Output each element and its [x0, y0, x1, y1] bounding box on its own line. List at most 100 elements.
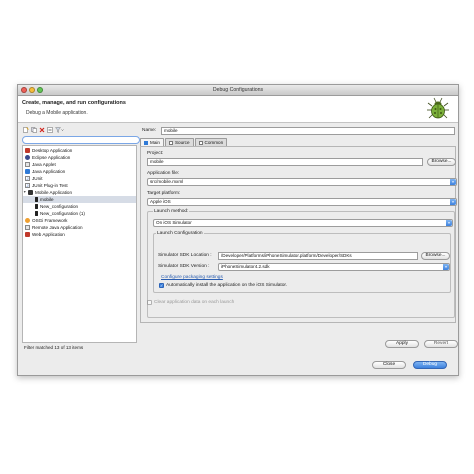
- list-toolbar: [23, 126, 64, 134]
- combo-arrow-icon: ▾: [450, 179, 456, 185]
- tree-item-label: New_configuration: [40, 204, 79, 209]
- configuration-list-panel: Desktop Application Eclipse Application …: [21, 126, 140, 352]
- target-platform-label: Target platform:: [147, 191, 181, 196]
- tab-source-label: Source: [174, 140, 190, 145]
- mobile-config-icon: [35, 204, 38, 209]
- tree-item-label: Java Application: [32, 169, 66, 174]
- tree-item-new-configuration[interactable]: New_configuration: [35, 203, 78, 210]
- tree-item-mobile-application[interactable]: ▼ Mobile Application: [23, 189, 72, 196]
- project-field[interactable]: mobile: [147, 158, 423, 166]
- common-tab-icon: [198, 140, 203, 145]
- delete-icon: [39, 127, 45, 133]
- clear-data-checkbox[interactable]: [147, 300, 152, 305]
- close-button[interactable]: Close: [372, 361, 406, 369]
- tree-item-new-configuration-1[interactable]: New_configuration (1): [35, 210, 85, 217]
- configuration-tree: Desktop Application Eclipse Application …: [22, 145, 137, 343]
- filter-status: Filter matched 13 of 13 items: [24, 345, 84, 350]
- tree-item-label: Java Applet: [32, 162, 56, 167]
- sdk-browse-button[interactable]: Browse...: [421, 252, 450, 260]
- name-field[interactable]: mobile: [161, 127, 455, 135]
- title-bar[interactable]: Debug Configurations: [18, 85, 458, 96]
- application-file-combo[interactable]: src/mobile.mxml ▾: [147, 178, 457, 186]
- sdk-location-field[interactable]: /Developer/Platforms/iPhoneSimulator.pla…: [218, 252, 418, 260]
- combo-arrow-icon: ▾: [443, 264, 449, 270]
- tree-item-label: Web Application: [32, 232, 65, 237]
- configuration-editor: Name: mobile Main Source Common Project:…: [139, 126, 458, 352]
- target-platform-combo[interactable]: Apple iOS ▾: [147, 198, 457, 206]
- target-platform-value: Apple iOS: [150, 199, 171, 204]
- apply-button[interactable]: Apply: [385, 340, 419, 348]
- tree-item-label: JUnit: [32, 176, 43, 181]
- web-app-icon: [25, 232, 30, 237]
- mobile-config-icon: [35, 197, 38, 202]
- tab-common-label: Common: [204, 140, 224, 145]
- launch-method-label: Launch method:: [153, 209, 190, 214]
- main-tab-panel: Project: mobile Browse... Application fi…: [140, 146, 457, 323]
- java-applet-icon: [25, 162, 30, 167]
- main-tab-icon: [144, 140, 148, 145]
- dialog-header: Create, manage, and run configurations D…: [18, 96, 458, 123]
- expanded-triangle-icon[interactable]: ▼: [23, 189, 26, 196]
- filter-input[interactable]: [22, 136, 140, 144]
- debug-configurations-dialog: Debug Configurations Create, manage, and…: [17, 84, 459, 376]
- tab-main-label: Main: [150, 140, 160, 145]
- filter-button[interactable]: [55, 127, 64, 133]
- tree-item-junit-plugin-test[interactable]: J JUnit Plug-in Test: [25, 182, 68, 189]
- tree-item-label: Mobile Application: [35, 190, 73, 195]
- launch-method-combo[interactable]: On iOS Simulator ▾: [153, 219, 453, 227]
- tab-main[interactable]: Main: [140, 138, 164, 146]
- tree-item-label: Desktop Application: [32, 148, 73, 153]
- header-subtitle: Debug a Mobile application.: [26, 110, 88, 116]
- mobile-app-icon: [28, 190, 33, 195]
- new-configuration-icon: [23, 127, 29, 133]
- new-configuration-button[interactable]: [23, 127, 29, 133]
- debug-button[interactable]: Debug: [413, 361, 447, 369]
- application-file-value: src/mobile.mxml: [150, 179, 184, 184]
- source-tab-icon: [168, 140, 173, 145]
- tree-item-osgi-framework[interactable]: OSGi Framework: [25, 217, 67, 224]
- config-tabs: Main Source Common: [140, 138, 228, 146]
- tree-item-java-applet[interactable]: Java Applet: [25, 161, 56, 168]
- junit-icon: J: [25, 176, 30, 181]
- project-browse-button[interactable]: Browse...: [427, 158, 456, 166]
- mobile-config-icon: [35, 211, 38, 216]
- clear-data-label: Clear application data on each launch: [154, 300, 235, 305]
- configure-packaging-link[interactable]: Configure packaging settings: [161, 275, 223, 280]
- remote-java-icon: [25, 225, 30, 230]
- eclipse-app-icon: [25, 155, 30, 160]
- tree-item-web-application[interactable]: Web Application: [25, 231, 65, 238]
- sdk-version-label: Simulator SDK Version :: [158, 264, 210, 269]
- launch-method-value: On iOS Simulator: [156, 220, 192, 225]
- tab-common[interactable]: Common: [194, 138, 228, 146]
- tree-item-mobile[interactable]: mobile: [23, 196, 136, 203]
- auto-install-checkbox[interactable]: ✓: [159, 283, 164, 288]
- sdk-version-combo[interactable]: iPhoneSimulator4.2.sdk ▾: [218, 263, 450, 271]
- combo-arrow-icon: ▾: [450, 199, 456, 205]
- project-label: Project:: [147, 151, 164, 156]
- delete-button[interactable]: [39, 127, 45, 133]
- tree-item-label: JUnit Plug-in Test: [32, 183, 68, 188]
- junit-plugin-icon: J: [25, 183, 30, 188]
- tree-item-label: OSGi Framework: [32, 218, 68, 223]
- tree-item-eclipse-application[interactable]: Eclipse Application: [25, 154, 70, 161]
- collapse-all-button[interactable]: [47, 127, 53, 133]
- desktop-app-icon: [25, 148, 30, 153]
- sdk-version-value: iPhoneSimulator4.2.sdk: [221, 264, 270, 269]
- window-title: Debug Configurations: [212, 87, 264, 93]
- java-app-icon: [25, 169, 30, 174]
- tree-item-desktop-application[interactable]: Desktop Application: [25, 147, 72, 154]
- auto-install-label: Automatically install the application on…: [166, 283, 288, 288]
- tree-item-java-application[interactable]: Java Application: [25, 168, 65, 175]
- debug-bug-icon: [427, 97, 449, 119]
- header-title: Create, manage, and run configurations: [22, 100, 126, 106]
- tree-item-label: Eclipse Application: [32, 155, 71, 160]
- duplicate-button[interactable]: [31, 127, 37, 133]
- tree-item-label: mobile: [40, 197, 54, 202]
- name-label: Name:: [142, 128, 157, 133]
- tab-source[interactable]: Source: [164, 138, 194, 146]
- tree-item-remote-java-application[interactable]: Remote Java Application: [25, 224, 83, 231]
- revert-button[interactable]: Revert: [424, 340, 458, 348]
- tree-item-junit[interactable]: J JUnit: [25, 175, 42, 182]
- osgi-icon: [25, 218, 30, 223]
- tree-item-label: Remote Java Application: [32, 225, 83, 230]
